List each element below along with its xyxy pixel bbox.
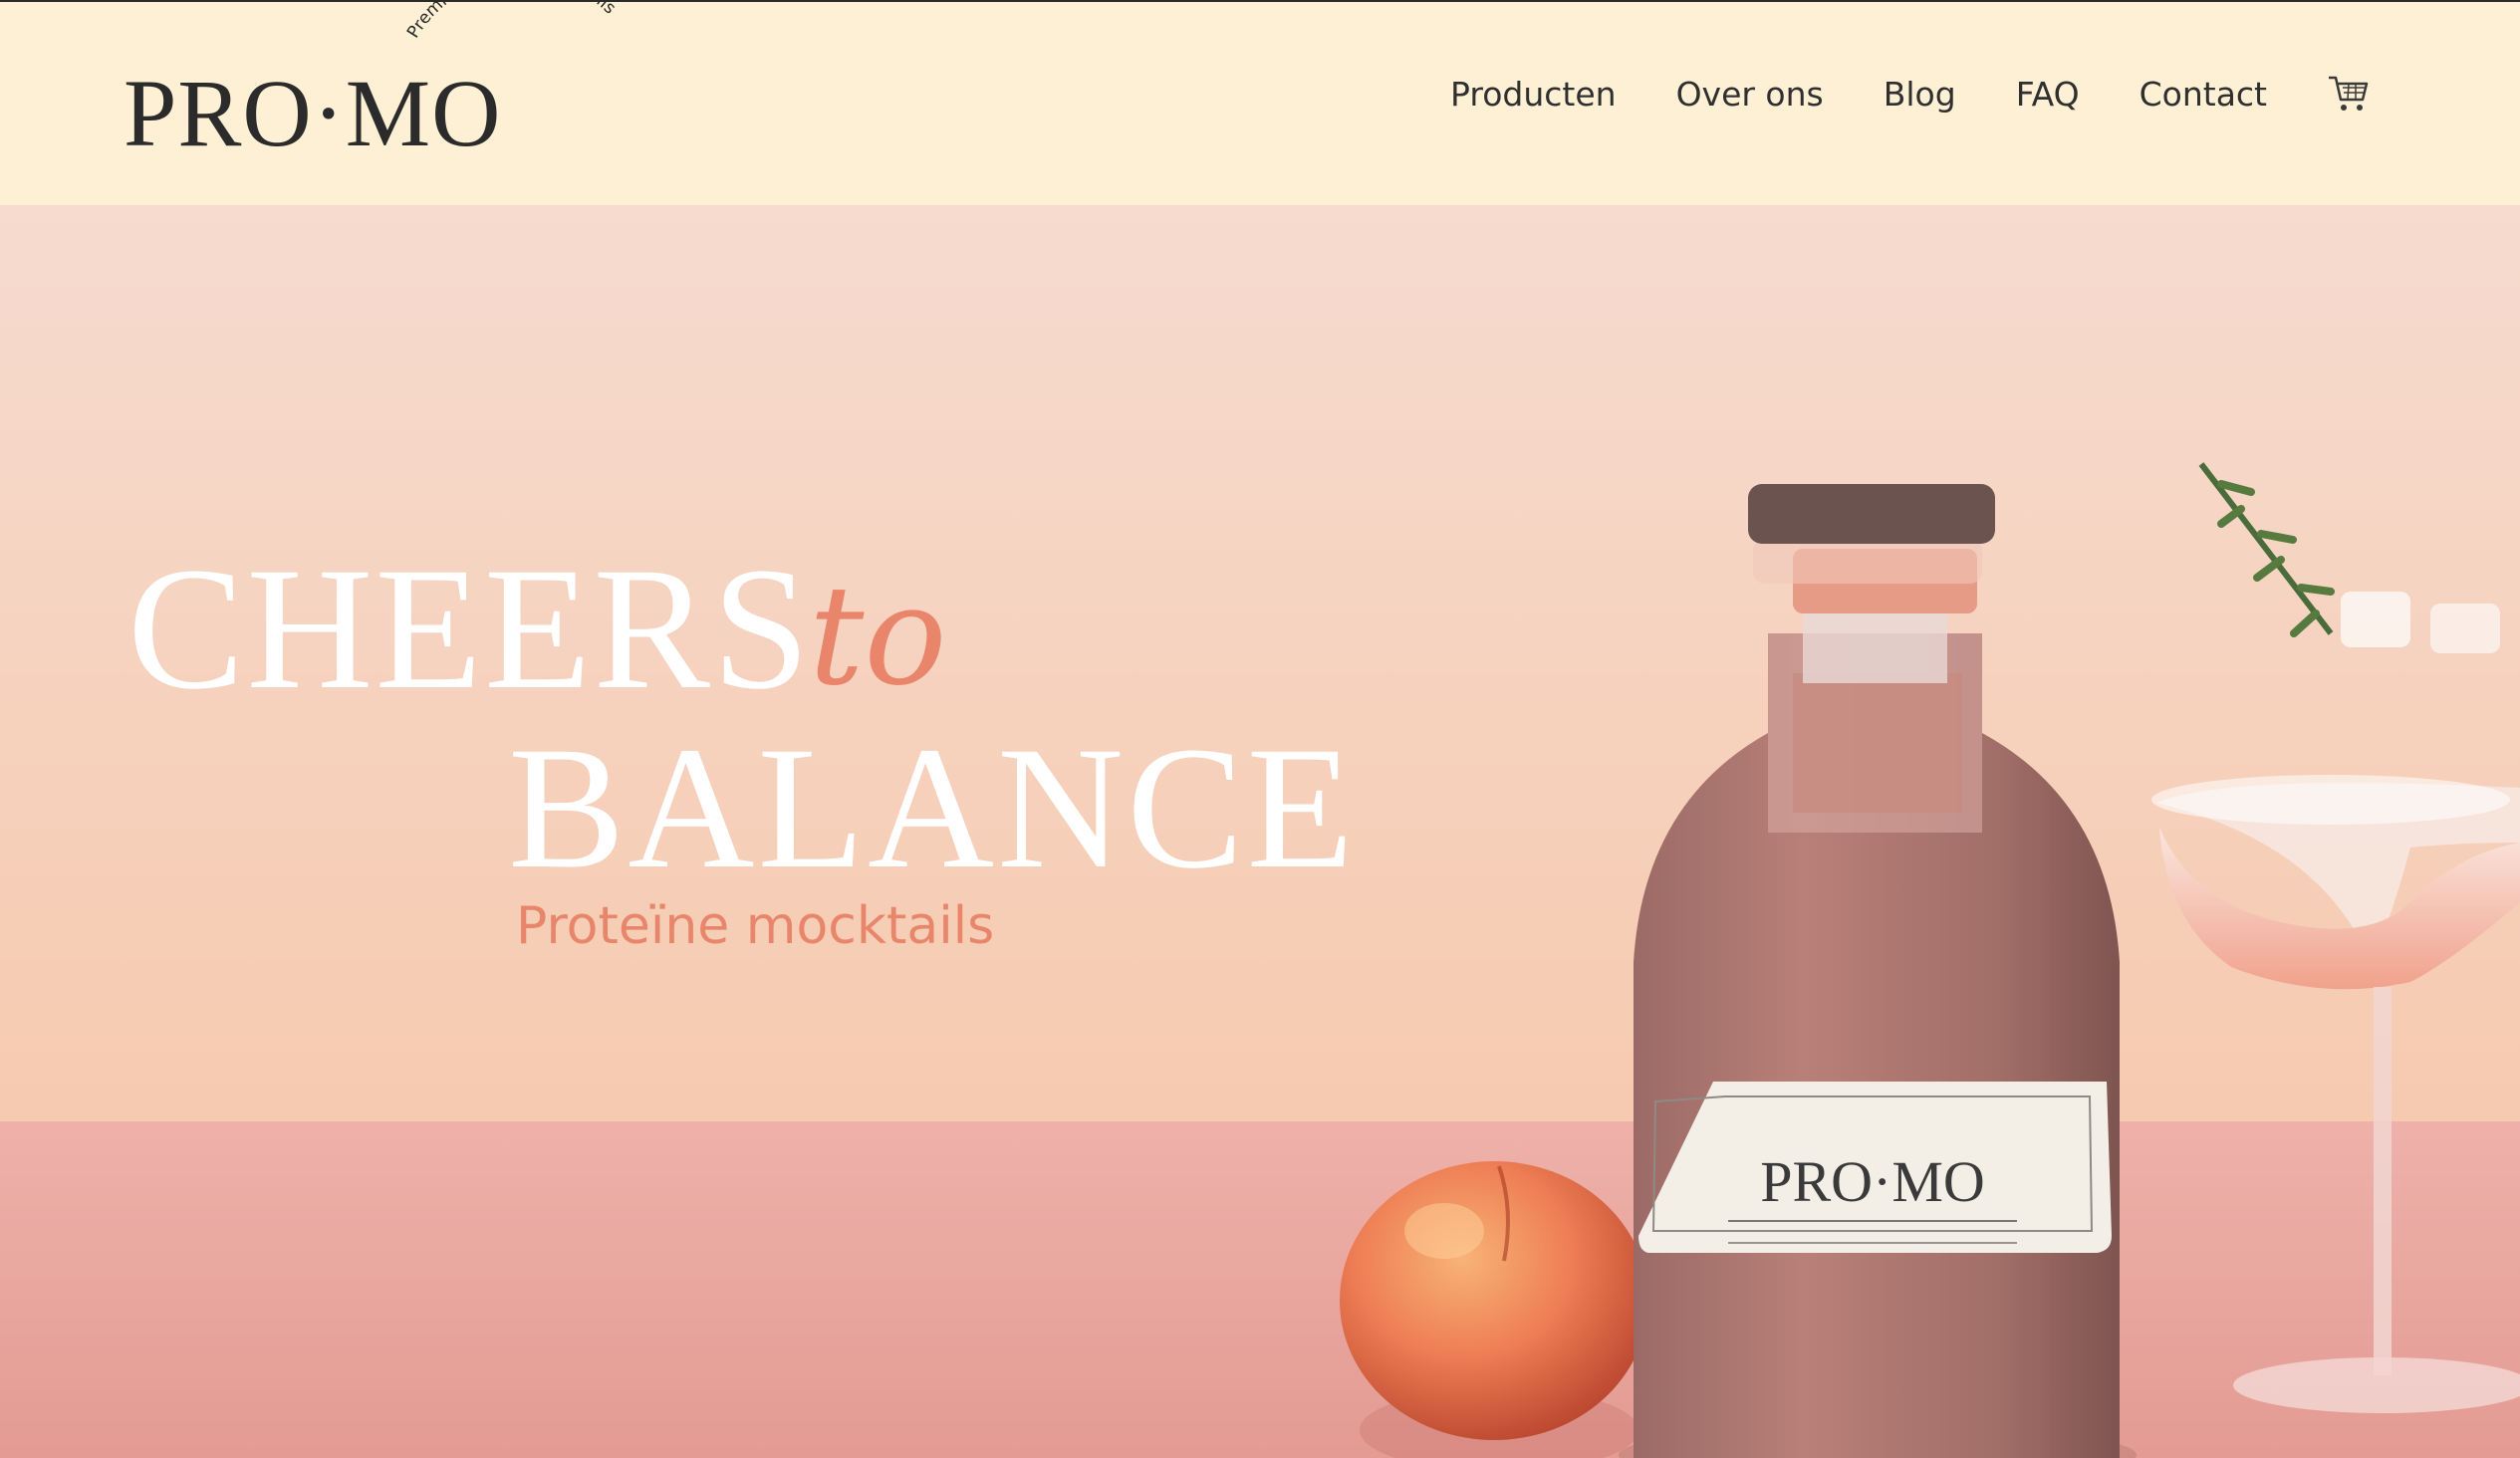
brand-tagline-arc: Premium Protein Mocktails (403, 0, 620, 42)
hero-banner: PRO·MO CHEERS to BALANCE Proteïne mockta… (0, 205, 2520, 1458)
hero-headline-cheers: CHEERS (127, 532, 812, 726)
nav-item-blog[interactable]: Blog (1884, 75, 1956, 114)
svg-text:Premium Protein Mocktails: Premium Protein Mocktails (403, 0, 620, 42)
nav-item-over-ons[interactable]: Over ons (1676, 75, 1824, 114)
peach (1340, 1161, 1648, 1458)
site-header: PRO·MO Premium Protein Mocktails Product… (0, 0, 2520, 205)
cart-icon[interactable] (2327, 74, 2371, 114)
nav-item-contact[interactable]: Contact (2140, 75, 2267, 114)
brand-tagline: Premium Protein Mocktails (403, 0, 620, 42)
nav-item-producten[interactable]: Producten (1450, 75, 1617, 114)
bottle-label-brand: PRO·MO (1760, 1149, 1985, 1214)
brand-logo[interactable]: PRO·MO Premium Protein Mocktails (124, 0, 620, 175)
hero-subtitle: Proteïne mocktails (516, 896, 995, 956)
nav-item-faq[interactable]: FAQ (2016, 75, 2080, 114)
hero-headline-balance: BALANCE (508, 711, 1358, 905)
hero-headline-accent: to (809, 556, 947, 716)
main-nav: Producten Over ons Blog FAQ Contact (1450, 74, 2371, 114)
